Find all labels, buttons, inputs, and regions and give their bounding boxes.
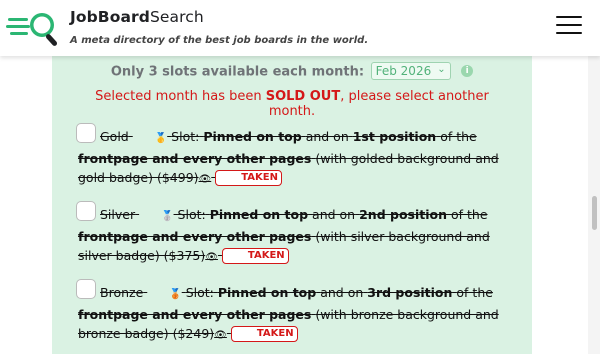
eye-icon[interactable]: 👁 [199,174,212,185]
taken-badge: TAKEN [221,247,289,264]
slot-selection-panel: Only 3 slots available each month: Feb 2… [52,52,532,354]
month-select-value: Feb 2026 [375,64,432,78]
magnifier-lines-icon[interactable] [6,9,64,49]
sold-out-message: Selected month has been SOLD OUT, please… [95,89,489,119]
info-icon[interactable]: i [461,65,474,77]
bronze-medal-icon: 🥉 [169,289,182,300]
silver-medal-icon: 🥈 [161,211,174,222]
site-header: JobBoardSearch A meta directory of the b… [0,0,600,56]
eye-icon[interactable]: 👁 [205,252,218,263]
bronze-slot-description: Bronze 🥉 Slot: Pinned on top and on 3rd … [78,285,499,342]
chevron-down-icon: ⌄ [437,64,446,75]
taken-badge: TAKEN [215,169,282,186]
hamburger-menu-icon[interactable] [556,16,582,38]
brand-name[interactable]: JobBoardSearch [70,8,204,26]
taken-badge: TAKEN [230,325,298,342]
silver-slot-description: Silver 🥈 Slot: Pinned on top and on 2nd … [78,207,490,264]
eye-icon[interactable]: 👁 [214,330,227,341]
scrollbar-thumb[interactable] [592,196,597,230]
month-select[interactable]: Feb 2026 ⌄ [370,62,451,80]
slots-text: Only 3 slots available each month: [110,64,365,80]
gold-slot-description: Gold 🥇 Slot: Pinned on top and on 1st po… [78,129,499,186]
tagline: A meta directory of the best job boards … [70,35,369,46]
slots-availability-row: Only 3 slots available each month: Feb 2… [52,62,532,81]
gold-medal-icon: 🥇 [154,133,168,144]
